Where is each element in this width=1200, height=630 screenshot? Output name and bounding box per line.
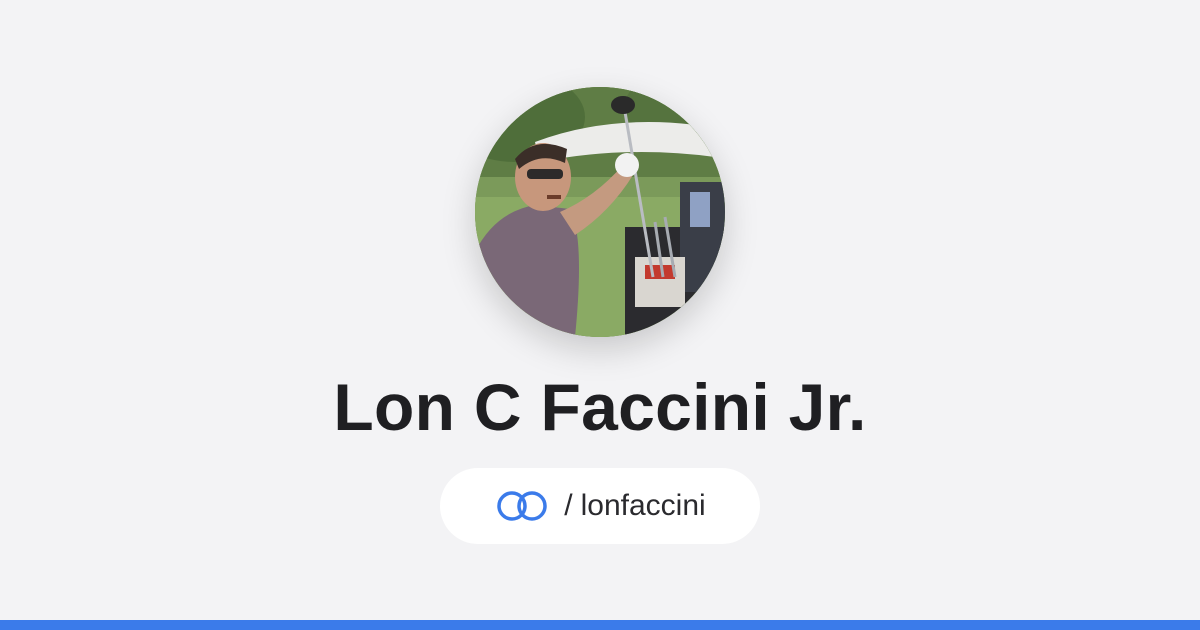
- handle-prefix: /: [564, 489, 573, 522]
- avatar[interactable]: [475, 87, 725, 337]
- profile-handle: lonfaccini: [580, 489, 706, 522]
- profile-card: Lon C Faccini Jr. / lonfaccini: [0, 0, 1200, 630]
- link-rings-icon: [494, 489, 550, 523]
- accent-bar: [0, 620, 1200, 630]
- profile-name: Lon C Faccini Jr.: [333, 370, 867, 444]
- profile-link-pill[interactable]: / lonfaccini: [440, 468, 760, 544]
- avatar-photo: [475, 87, 725, 337]
